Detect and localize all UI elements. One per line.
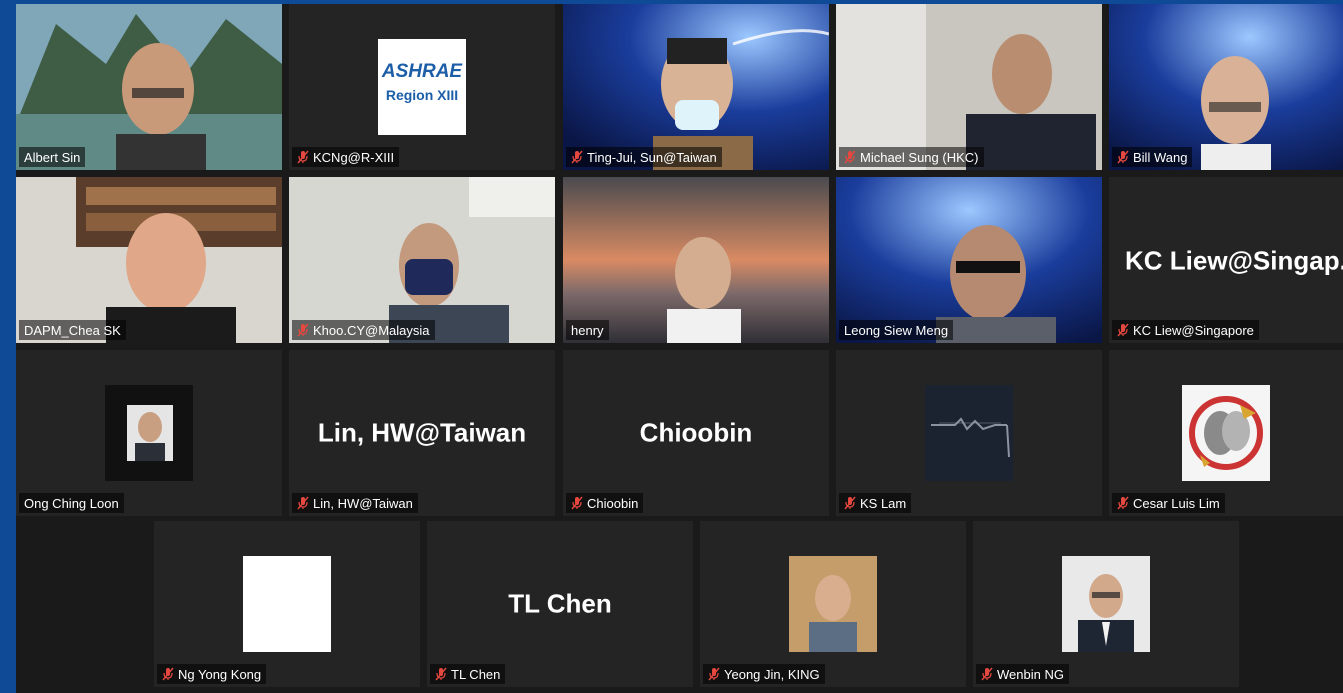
participant-name-tag: Yeong Jin, KING [703, 664, 825, 684]
participant-name-tag: DAPM_Chea SK [19, 320, 126, 340]
mic-muted-icon [1117, 150, 1129, 164]
participant-display-name: KC Liew@Singap. [1125, 245, 1343, 276]
participant-tile-michael-sung[interactable]: Michael Sung (HKC) [836, 4, 1102, 170]
participant-tile-chioobin[interactable]: Chioobin Chioobin [563, 350, 829, 516]
participant-name: Wenbin NG [997, 666, 1064, 682]
participant-tile-tl-chen[interactable]: TL Chen TL Chen [427, 521, 693, 687]
participant-video [836, 4, 1102, 170]
participant-name: Leong Siew Meng [844, 322, 949, 338]
participant-name: KC Liew@Singapore [1133, 322, 1254, 338]
participant-tile-kc-liew[interactable]: KC Liew@Singap. KC Liew@Singapore [1109, 177, 1343, 343]
mic-muted-icon [297, 496, 309, 510]
mic-muted-icon [844, 496, 856, 510]
participant-name-tag: Leong Siew Meng [839, 320, 954, 340]
mic-muted-icon [1117, 496, 1129, 510]
participant-tile-khoo[interactable]: Khoo.CY@Malaysia [289, 177, 555, 343]
participant-name-tag: Wenbin NG [976, 664, 1069, 684]
participant-name-tag: KCNg@R-XIII [292, 147, 400, 167]
mic-muted-icon [571, 496, 583, 510]
profile-picture [1182, 385, 1270, 481]
participant-display-name: Lin, HW@Taiwan [317, 417, 527, 448]
profile-picture [925, 385, 1013, 481]
participant-name-tag: Michael Sung (HKC) [839, 147, 984, 167]
participant-name: Lin, HW@Taiwan [313, 495, 413, 511]
participant-name: Albert Sin [24, 149, 81, 165]
participant-name: Ong Ching Loon [24, 495, 119, 511]
participant-video [1109, 4, 1343, 170]
participant-tile-ng-yong-kong[interactable]: Ng Yong Kong [154, 521, 420, 687]
participant-name: KS Lam [860, 495, 907, 511]
participant-name-tag: henry [566, 320, 609, 340]
participant-name: henry [571, 322, 604, 338]
logo-brand: ASHRAE [381, 61, 463, 82]
profile-picture [105, 385, 193, 481]
mic-muted-icon [297, 150, 309, 164]
logo-sub: Region XIII [385, 87, 459, 103]
video-gallery: Albert Sin ASHRAE Region XIII KCNg@R-XII… [16, 4, 1343, 693]
participant-name: Michael Sung (HKC) [860, 149, 979, 165]
participant-tile-ks-lam[interactable]: KS Lam [836, 350, 1102, 516]
participant-tile-kcng[interactable]: ASHRAE Region XIII KCNg@R-XIII [289, 4, 555, 170]
mic-muted-icon [435, 667, 447, 681]
participant-display-name: TL Chen [508, 588, 612, 619]
participant-name-tag: Khoo.CY@Malaysia [292, 320, 435, 340]
participant-video [16, 177, 282, 343]
mic-muted-icon [708, 667, 720, 681]
participant-name: TL Chen [451, 666, 501, 682]
mic-muted-icon [1117, 323, 1129, 337]
participant-name-tag: Lin, HW@Taiwan [292, 493, 418, 513]
participant-name: Cesar Luis Lim [1133, 495, 1220, 511]
participant-tile-wenbin[interactable]: Wenbin NG [973, 521, 1239, 687]
participant-name-tag: Ong Ching Loon [19, 493, 124, 513]
participant-name-tag: KC Liew@Singapore [1112, 320, 1259, 340]
participant-tile-lin-hw[interactable]: Lin, HW@Taiwan Lin, HW@Taiwan [289, 350, 555, 516]
participant-name-tag: TL Chen [430, 664, 506, 684]
participant-tile-dapm-chea[interactable]: DAPM_Chea SK [16, 177, 282, 343]
mic-muted-icon [981, 667, 993, 681]
participant-display-name: Chioobin [639, 417, 753, 448]
participant-tile-ong[interactable]: Ong Ching Loon [16, 350, 282, 516]
profile-picture [243, 556, 331, 652]
participant-tile-ting-jui[interactable]: Ting-Jui, Sun@Taiwan [563, 4, 829, 170]
participant-name: Yeong Jin, KING [724, 666, 820, 682]
participant-name-tag: Chioobin [566, 493, 644, 513]
participant-tile-albert-sin[interactable]: Albert Sin [16, 4, 282, 170]
mic-muted-icon [844, 150, 856, 164]
participant-name: DAPM_Chea SK [24, 322, 121, 338]
participant-tile-henry[interactable]: henry [563, 177, 829, 343]
participant-tile-leong[interactable]: Leong Siew Meng [836, 177, 1102, 343]
participant-name: KCNg@R-XIII [313, 149, 395, 165]
participant-name: Chioobin [587, 495, 639, 511]
participant-video [836, 177, 1102, 343]
participant-name-tag: Cesar Luis Lim [1112, 493, 1225, 513]
participant-name-tag: KS Lam [839, 493, 912, 513]
ashrae-logo: ASHRAE Region XIII [378, 39, 466, 135]
participant-video [563, 4, 829, 170]
participant-tile-cesar[interactable]: Cesar Luis Lim [1109, 350, 1343, 516]
profile-picture [789, 556, 877, 652]
mic-muted-icon [571, 150, 583, 164]
profile-picture [1062, 556, 1150, 652]
participant-name-tag: Bill Wang [1112, 147, 1193, 167]
participant-name: Bill Wang [1133, 149, 1188, 165]
participant-name: Ng Yong Kong [178, 666, 262, 682]
participant-name-tag: Ting-Jui, Sun@Taiwan [566, 147, 722, 167]
participant-video [289, 177, 555, 343]
participant-name-tag: Ng Yong Kong [157, 664, 267, 684]
participant-tile-yeong-jin[interactable]: Yeong Jin, KING [700, 521, 966, 687]
participant-name: Khoo.CY@Malaysia [313, 322, 430, 338]
participant-tile-bill-wang[interactable]: Bill Wang [1109, 4, 1343, 170]
participant-video [16, 4, 282, 170]
mic-muted-icon [162, 667, 174, 681]
mic-muted-icon [297, 323, 309, 337]
participant-name: Ting-Jui, Sun@Taiwan [587, 149, 717, 165]
participant-name-tag: Albert Sin [19, 147, 86, 167]
participant-video [563, 177, 829, 343]
